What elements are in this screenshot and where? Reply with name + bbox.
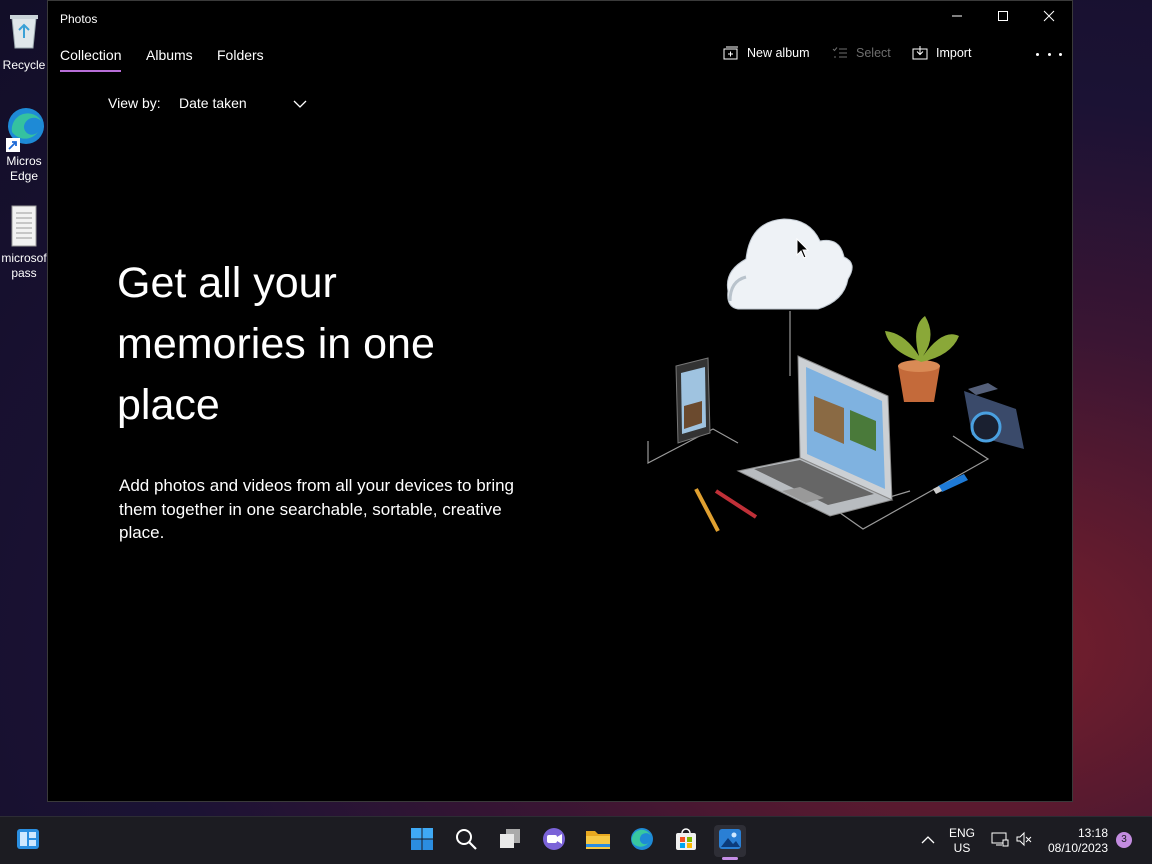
new-album-label: New album: [747, 46, 810, 60]
close-icon: [1043, 9, 1055, 27]
show-hidden-icons-button[interactable]: [912, 825, 944, 857]
hero-headline: Get all your memories in one place: [117, 259, 435, 429]
desktop-icon-recycle-bin[interactable]: Recycle: [0, 10, 48, 73]
chat-button[interactable]: [538, 825, 570, 857]
import-label: Import: [936, 46, 972, 60]
file-explorer-button[interactable]: [582, 825, 614, 857]
network-icon: [991, 831, 1009, 852]
desktop-icon-label: microsof pass: [1, 251, 47, 280]
photos-icon: [718, 827, 742, 856]
clock-time: 13:18: [1077, 826, 1108, 840]
view-by-selected: Date taken: [179, 95, 247, 111]
edge-button[interactable]: [626, 825, 658, 857]
more-dot: [1036, 52, 1039, 56]
import-icon: [912, 46, 928, 60]
desktop-icon-label: Micros Edge: [6, 154, 42, 183]
maximize-button[interactable]: [980, 1, 1026, 35]
photos-window: Photos Collection Albums Folders New alb…: [47, 0, 1073, 802]
search-icon: [454, 827, 478, 856]
more-options-button[interactable]: [1036, 45, 1062, 63]
clock-date: 08/10/2023: [1047, 841, 1109, 855]
desktop-icon-edge[interactable]: Micros Edge: [0, 104, 48, 184]
task-view-icon: [498, 828, 522, 855]
store-icon: [674, 827, 698, 856]
tablet-icon: [675, 357, 711, 444]
desktop-icon-text-file[interactable]: microsof pass: [0, 205, 48, 281]
new-album-icon: [723, 46, 739, 60]
devices-cloud-illustration: [608, 201, 1048, 546]
file-explorer-icon: [585, 828, 611, 855]
widgets-icon: [16, 828, 40, 855]
taskbar: ENG US 13:18 08/10/2023: [0, 816, 1152, 864]
tab-folders[interactable]: Folders: [217, 47, 264, 63]
view-by-label: View by:: [108, 95, 161, 111]
desktop-icon-label: Recycle: [2, 58, 46, 72]
text-file-icon: [0, 205, 48, 251]
import-button[interactable]: Import: [912, 46, 971, 60]
language-line1: ENG: [948, 826, 975, 840]
pencils-icon: [694, 488, 758, 532]
title-bar[interactable]: Photos: [48, 1, 1072, 35]
select-button[interactable]: Select: [832, 46, 891, 60]
maximize-icon: [997, 9, 1009, 27]
chevron-down-icon: [293, 96, 307, 112]
clock[interactable]: 13:18 08/10/2023: [1040, 826, 1116, 856]
select-label: Select: [856, 46, 891, 60]
hero-subtext: Add photos and videos from all your devi…: [119, 476, 515, 542]
start-icon: [410, 827, 434, 856]
camera-icon: [964, 383, 1024, 449]
tab-albums[interactable]: Albums: [146, 47, 193, 63]
language-indicator[interactable]: ENG US: [944, 826, 980, 856]
close-button[interactable]: [1026, 1, 1072, 35]
volume-muted-icon: [1015, 831, 1033, 852]
chevron-up-icon: [921, 832, 935, 850]
notification-badge[interactable]: 3: [1116, 832, 1132, 848]
app-title: Photos: [60, 12, 98, 26]
volume-button[interactable]: [1008, 825, 1040, 857]
active-app-indicator: [722, 857, 738, 860]
more-dot: [1047, 52, 1051, 56]
language-line2: US: [953, 841, 971, 855]
minimize-button[interactable]: [934, 1, 980, 35]
tab-collection[interactable]: Collection: [60, 47, 122, 72]
plant-icon: [885, 316, 959, 402]
usb-drive-icon: [933, 474, 968, 494]
start-button[interactable]: [406, 825, 438, 857]
chat-icon: [541, 827, 567, 856]
cloud-icon: [726, 218, 853, 310]
search-button[interactable]: [450, 825, 482, 857]
task-view-button[interactable]: [494, 825, 526, 857]
store-button[interactable]: [670, 825, 702, 857]
photos-button[interactable]: [714, 825, 746, 857]
minimize-icon: [951, 9, 963, 27]
edge-shortcut-icon: [0, 104, 48, 156]
edge-icon: [630, 827, 654, 856]
new-album-button[interactable]: New album: [723, 46, 810, 60]
more-dot: [1059, 52, 1062, 56]
mouse-cursor-icon: [796, 237, 810, 265]
view-by-dropdown[interactable]: Date taken: [179, 93, 307, 113]
laptop-icon: [736, 355, 894, 517]
widgets-button[interactable]: [12, 825, 44, 857]
select-list-icon: [832, 46, 848, 60]
recycle-bin-icon: [0, 10, 48, 54]
